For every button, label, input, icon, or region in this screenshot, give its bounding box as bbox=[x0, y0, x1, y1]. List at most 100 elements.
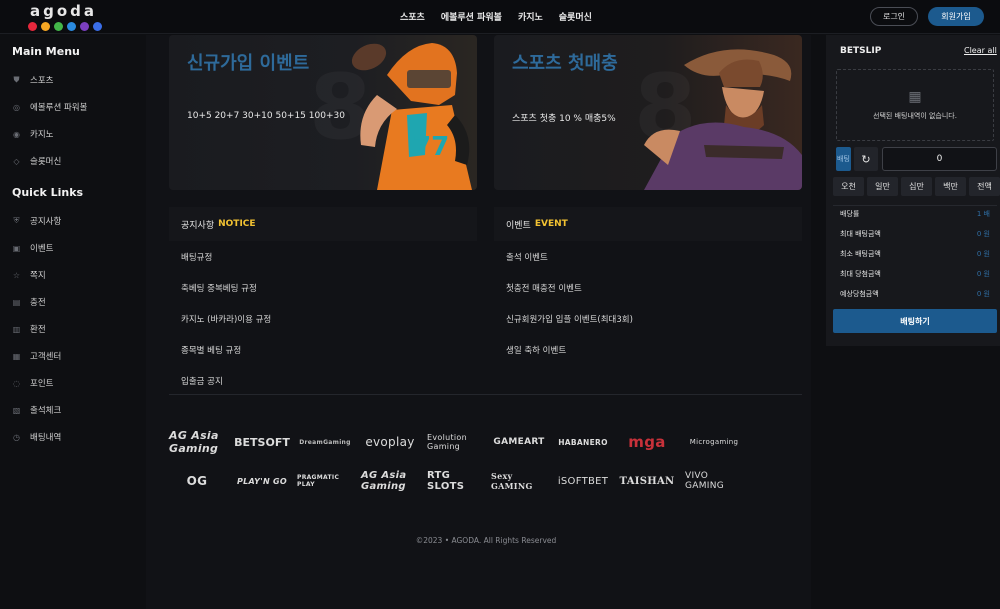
shield-icon: ⛊ bbox=[13, 75, 20, 84]
notice-header-label: 공지사항 bbox=[181, 220, 215, 231]
sidebar-item-label: 출석체크 bbox=[30, 406, 62, 416]
banner-subtitle: 10+5 20+7 30+10 50+15 100+30 bbox=[187, 111, 345, 121]
provider-logo: RTG SLOTS bbox=[427, 470, 465, 492]
event-item[interactable]: 첫충전 매충전 이벤트 bbox=[494, 272, 802, 303]
sidebar-item-label: 공지사항 bbox=[30, 217, 62, 227]
event-item[interactable]: 생일 축하 이벤트 bbox=[494, 334, 802, 365]
nav-slots[interactable]: 슬롯머신 bbox=[559, 10, 592, 23]
sidebar-item-sports[interactable]: ⛊ 스포츠 bbox=[12, 73, 54, 87]
sidebar-item-label: 충전 bbox=[30, 298, 46, 308]
sports-first-deposit-banner[interactable]: 8 스포츠 첫매충 스포츠 첫충 10 % 매충5% bbox=[494, 35, 802, 190]
chip-5000-button[interactable]: 오천 bbox=[833, 177, 864, 196]
chat-icon: ▦ bbox=[12, 351, 21, 361]
row-value: 0 원 bbox=[976, 270, 990, 278]
place-bet-button[interactable]: 배팅하기 bbox=[833, 309, 997, 333]
event-header: 이벤트 EVENT bbox=[494, 207, 802, 241]
quick-links-title: Quick Links bbox=[12, 186, 84, 199]
row-label: 배당률 bbox=[840, 210, 860, 218]
sidebar-item-label: 환전 bbox=[30, 325, 46, 335]
agoda-logo[interactable]: agoda bbox=[26, 2, 106, 32]
sidebar-item-message[interactable]: ☆ 쪽지 bbox=[12, 268, 46, 282]
football-player-image: 77 bbox=[351, 43, 472, 190]
sidebar-item-notice[interactable]: ⛨ 공지사항 bbox=[12, 214, 62, 228]
sidebar-item-casino[interactable]: ◉ 카지노 bbox=[12, 127, 53, 141]
event-item[interactable]: 출석 이벤트 bbox=[494, 241, 802, 272]
event-header-highlight: EVENT bbox=[534, 219, 568, 229]
logo-text: agoda bbox=[30, 2, 98, 20]
sidebar-item-attendance[interactable]: ▧ 출석체크 bbox=[12, 403, 62, 417]
clear-all-link[interactable]: Clear all bbox=[964, 46, 997, 55]
provider-logo: HABANERO bbox=[558, 437, 608, 447]
sidebar-item-withdraw[interactable]: ▥ 환전 bbox=[12, 322, 46, 336]
provider-logo: PLAY'N GO bbox=[236, 476, 288, 486]
sidebar-item-label: 에볼루션 파워볼 bbox=[30, 103, 88, 113]
row-label: 최대 배팅금액 bbox=[840, 230, 881, 238]
nav-sports[interactable]: 스포츠 bbox=[400, 10, 425, 23]
event-item[interactable]: 신규회원가입 입플 이벤트(최대3회) bbox=[494, 303, 802, 334]
chip-all-button[interactable]: 전액 bbox=[969, 177, 1000, 196]
sidebar-item-deposit[interactable]: ▤ 충전 bbox=[12, 295, 46, 309]
notice-panel: 공지사항 NOTICE 배팅규정 축베팅 중복베팅 규정 카지노 (바카라)이용… bbox=[169, 207, 477, 396]
chip-10000-button[interactable]: 일만 bbox=[867, 177, 898, 196]
betslip-title: BETSLIP bbox=[840, 46, 882, 56]
notice-item[interactable]: 입출금 공지 bbox=[169, 365, 477, 396]
sidebar-item-label: 포인트 bbox=[30, 379, 54, 389]
logo-dot bbox=[54, 22, 63, 31]
chip-1000000-button[interactable]: 백만 bbox=[935, 177, 966, 196]
event-header-label: 이벤트 bbox=[506, 220, 531, 231]
sidebar-item-event[interactable]: ▣ 이벤트 bbox=[12, 241, 54, 255]
row-label: 최대 당첨금액 bbox=[840, 270, 881, 278]
sidebar-item-label: 스포츠 bbox=[30, 76, 54, 86]
login-button[interactable]: 로그인 bbox=[870, 7, 918, 26]
history-icon: ◷ bbox=[13, 432, 20, 442]
bet-amount-input[interactable] bbox=[882, 147, 997, 171]
banner-title: 신규가입 이벤트 bbox=[187, 53, 310, 74]
join-button[interactable]: 회원가입 bbox=[928, 7, 984, 26]
cowboy-character-image bbox=[644, 49, 802, 190]
logo-dot bbox=[93, 22, 102, 31]
sidebar-item-powerball[interactable]: ◎ 에볼루션 파워볼 bbox=[12, 100, 87, 114]
refresh-button[interactable]: ↻ bbox=[854, 147, 878, 171]
sidebar-item-support[interactable]: ▦ 고객센터 bbox=[12, 349, 62, 363]
provider-logo: mga bbox=[628, 433, 666, 451]
ball-icon: ◎ bbox=[13, 102, 20, 112]
sidebar-item-slots[interactable]: ◇ 슬롯머신 bbox=[12, 154, 61, 168]
min-bet-row: 최소 배팅금액 0 원 bbox=[840, 249, 990, 259]
provider-logo: GAMEART bbox=[493, 437, 545, 447]
notice-item[interactable]: 축베팅 중복베팅 규정 bbox=[169, 272, 477, 303]
row-value: 0 원 bbox=[976, 290, 990, 298]
chip-100000-button[interactable]: 십만 bbox=[901, 177, 932, 196]
refresh-icon: ↻ bbox=[861, 152, 871, 166]
sidebar-item-label: 이벤트 bbox=[30, 244, 54, 254]
sidebar: Main Menu ⛊ 스포츠 ◎ 에볼루션 파워볼 ◉ 카지노 ◇ 슬롯머신 … bbox=[0, 35, 146, 609]
provider-logo: DreamGaming bbox=[299, 438, 351, 446]
svg-text:77: 77 bbox=[413, 132, 449, 162]
bet-tab[interactable]: 배팅 bbox=[836, 147, 851, 171]
notice-item[interactable]: 종목별 베팅 규정 bbox=[169, 334, 477, 365]
row-value: 0 원 bbox=[976, 230, 990, 238]
calendar-icon: ▧ bbox=[12, 405, 21, 415]
sidebar-item-points[interactable]: ◌ 포인트 bbox=[12, 376, 53, 390]
banner-subtitle: 스포츠 첫충 10 % 매충5% bbox=[512, 114, 616, 124]
provider-logo: VIVO GAMING bbox=[685, 471, 725, 491]
copyright-text: ©2023 • AGODA. All Rights Reserved bbox=[415, 536, 557, 545]
logo-dot bbox=[80, 22, 89, 31]
nav-powerball[interactable]: 에볼루션 파워볼 bbox=[441, 10, 502, 23]
notice-item[interactable]: 배팅규정 bbox=[169, 241, 477, 272]
sidebar-item-bet-history[interactable]: ◷ 배팅내역 bbox=[12, 430, 61, 444]
odds-row: 배당률 1 배 bbox=[840, 209, 990, 219]
deposit-icon: ▤ bbox=[12, 297, 21, 307]
signup-event-banner[interactable]: 8 77 신규가입 이벤트 10+5 20+7 30+10 50+15 100+… bbox=[169, 35, 477, 190]
provider-logo: OG bbox=[186, 474, 208, 488]
notice-icon: ⛨ bbox=[13, 216, 20, 225]
logo-dot bbox=[67, 22, 76, 31]
notice-header: 공지사항 NOTICE bbox=[169, 207, 477, 241]
max-bet-row: 최대 배팅금액 0 원 bbox=[840, 229, 990, 239]
empty-message: 선택된 배팅내역이 없습니다. bbox=[873, 112, 957, 120]
max-win-row: 최대 당첨금액 0 원 bbox=[840, 269, 990, 279]
betslip-divider bbox=[833, 205, 997, 206]
nav-casino[interactable]: 카지노 bbox=[518, 10, 543, 23]
notice-item[interactable]: 카지노 (바카라)이용 규정 bbox=[169, 303, 477, 334]
withdraw-icon: ▥ bbox=[12, 324, 21, 334]
top-header: agoda 스포츠 에볼루션 파워볼 카지노 슬롯머신 로그인 회원가입 bbox=[0, 0, 1000, 34]
